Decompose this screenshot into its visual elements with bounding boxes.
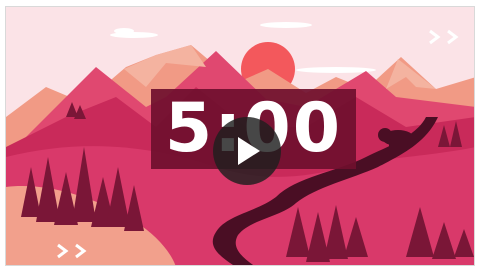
video-frame[interactable]: 5:00 (5, 6, 475, 266)
cloud (296, 67, 376, 73)
double-chevron-right-icon (426, 27, 466, 47)
cloud (260, 22, 312, 28)
play-button[interactable] (213, 117, 281, 185)
double-chevron-right-icon (54, 241, 94, 261)
play-icon (238, 137, 260, 165)
